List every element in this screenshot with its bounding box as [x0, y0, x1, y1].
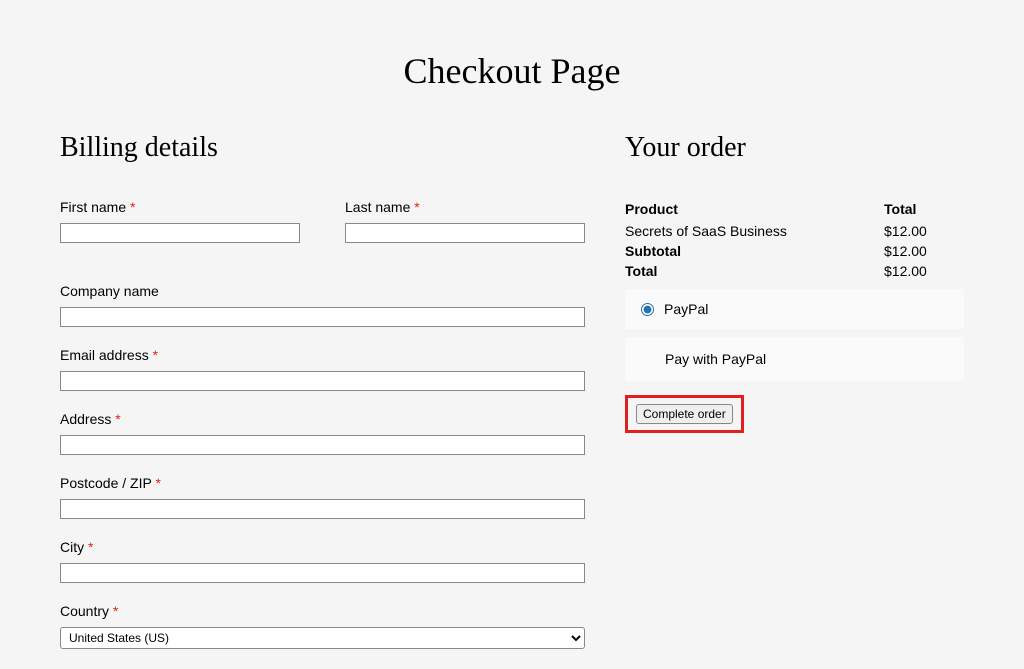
total-value: $12.00 [884, 261, 964, 281]
postcode-label-text: Postcode / ZIP [60, 475, 155, 491]
subtotal-value: $12.00 [884, 241, 964, 261]
postcode-label: Postcode / ZIP * [60, 475, 585, 491]
email-input[interactable] [60, 371, 585, 391]
subtotal-row: Subtotal $12.00 [625, 241, 964, 261]
payment-description-box: Pay with PayPal [625, 337, 964, 381]
city-input[interactable] [60, 563, 585, 583]
email-label-text: Email address [60, 347, 153, 363]
complete-order-button[interactable]: Complete order [636, 404, 733, 424]
page-title: Checkout Page [0, 0, 1024, 132]
required-marker: * [153, 347, 158, 363]
postcode-input[interactable] [60, 499, 585, 519]
city-label-text: City [60, 539, 88, 555]
your-order-section: Your order Product Total Secrets of SaaS… [625, 132, 964, 669]
first-name-label-text: First name [60, 199, 130, 215]
paypal-label: PayPal [664, 301, 708, 317]
required-marker: * [115, 411, 120, 427]
country-label-text: Country [60, 603, 113, 619]
required-marker: * [88, 539, 93, 555]
required-marker: * [113, 603, 118, 619]
address-input[interactable] [60, 435, 585, 455]
payment-method-box: PayPal [625, 289, 964, 329]
first-name-label: First name * [60, 199, 300, 215]
first-name-input[interactable] [60, 223, 300, 243]
last-name-input[interactable] [345, 223, 585, 243]
last-name-label: Last name * [345, 199, 585, 215]
total-label: Total [625, 261, 884, 281]
required-marker: * [155, 475, 160, 491]
paypal-radio[interactable] [641, 303, 654, 316]
order-item-name: Secrets of SaaS Business [625, 221, 884, 241]
total-row: Total $12.00 [625, 261, 964, 281]
product-column-header: Product [625, 199, 884, 221]
complete-order-highlight: Complete order [625, 395, 744, 433]
billing-heading: Billing details [60, 132, 585, 164]
order-summary-table: Product Total Secrets of SaaS Business $… [625, 199, 964, 281]
company-label: Company name [60, 283, 585, 299]
city-label: City * [60, 539, 585, 555]
order-item-row: Secrets of SaaS Business $12.00 [625, 221, 964, 241]
last-name-label-text: Last name [345, 199, 414, 215]
order-heading: Your order [625, 132, 964, 164]
payment-description-text: Pay with PayPal [665, 351, 766, 367]
billing-details-section: Billing details First name * Last name *… [60, 132, 585, 669]
email-label: Email address * [60, 347, 585, 363]
order-item-price: $12.00 [884, 221, 964, 241]
subtotal-label: Subtotal [625, 241, 884, 261]
total-column-header: Total [884, 199, 964, 221]
required-marker: * [130, 199, 135, 215]
country-label: Country * [60, 603, 585, 619]
company-input[interactable] [60, 307, 585, 327]
country-select[interactable]: United States (US) [60, 627, 585, 649]
address-label: Address * [60, 411, 585, 427]
address-label-text: Address [60, 411, 115, 427]
required-marker: * [414, 199, 419, 215]
